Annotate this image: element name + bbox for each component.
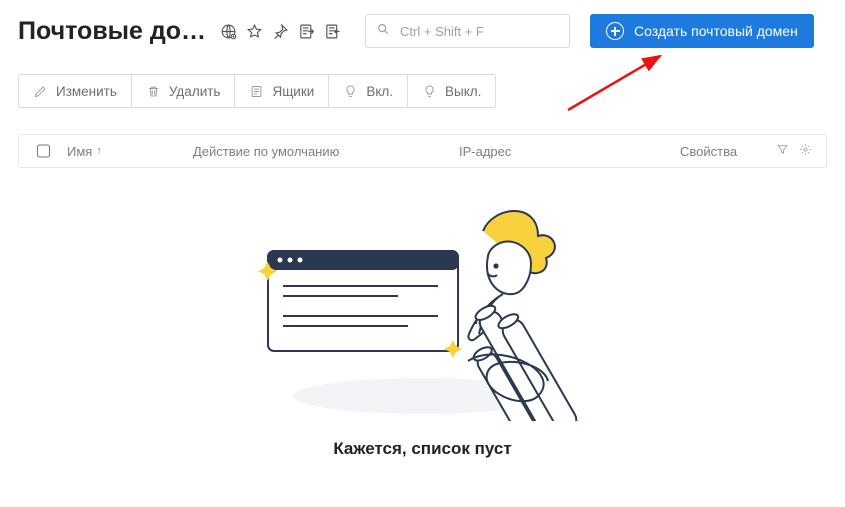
column-name[interactable]: Имя ↑ <box>67 144 177 159</box>
enable-button[interactable]: Вкл. <box>329 74 408 108</box>
settings-icon[interactable] <box>799 143 812 159</box>
boxes-button[interactable]: Ящики <box>235 74 329 108</box>
disable-label: Выкл. <box>445 84 481 99</box>
header: Почтовые до… <box>18 14 827 48</box>
sort-asc-icon: ↑ <box>96 145 102 157</box>
export-icon[interactable] <box>324 23 341 40</box>
inbox-icon <box>249 84 264 99</box>
create-domain-button[interactable]: Создать почтовый домен <box>590 14 814 48</box>
import-icon[interactable] <box>298 23 315 40</box>
bulb-on-icon <box>343 84 358 99</box>
search-icon <box>376 22 390 41</box>
plus-circle-icon <box>606 22 624 40</box>
column-default-action[interactable]: Действие по умолчанию <box>193 144 443 159</box>
table-header-row: Имя ↑ Действие по умолчанию IP-адрес Сво… <box>18 134 827 168</box>
delete-label: Удалить <box>169 84 221 99</box>
edit-button[interactable]: Изменить <box>18 74 132 108</box>
column-ip[interactable]: IP-адрес <box>459 144 599 159</box>
pin-icon[interactable] <box>272 23 289 40</box>
page-title: Почтовые до… <box>18 17 206 46</box>
header-icon-group <box>220 23 341 40</box>
column-name-label: Имя <box>67 144 92 159</box>
select-all-checkbox[interactable] <box>37 144 50 158</box>
empty-illustration <box>238 196 608 421</box>
globe-icon[interactable] <box>220 23 237 40</box>
search-input[interactable] <box>398 23 578 40</box>
filter-icon[interactable] <box>776 143 789 159</box>
pencil-icon <box>33 84 48 99</box>
delete-button[interactable]: Удалить <box>132 74 236 108</box>
enable-label: Вкл. <box>366 84 393 99</box>
disable-button[interactable]: Выкл. <box>408 74 496 108</box>
star-icon[interactable] <box>246 23 263 40</box>
empty-message: Кажется, список пуст <box>333 439 511 459</box>
search-input-container[interactable] <box>365 14 570 48</box>
column-ip-label: IP-адрес <box>459 144 511 159</box>
select-all-cell <box>33 141 51 161</box>
column-props[interactable]: Свойства <box>680 144 760 159</box>
trash-icon <box>146 84 161 99</box>
empty-state: Кажется, список пуст <box>18 196 827 459</box>
toolbar: Изменить Удалить Ящики Вкл. Выкл. <box>18 74 827 108</box>
create-domain-label: Создать почтовый домен <box>634 23 798 39</box>
column-props-label: Свойства <box>680 144 737 159</box>
edit-label: Изменить <box>56 84 117 99</box>
bulb-off-icon <box>422 84 437 99</box>
column-action-label: Действие по умолчанию <box>193 144 339 159</box>
boxes-label: Ящики <box>272 84 314 99</box>
